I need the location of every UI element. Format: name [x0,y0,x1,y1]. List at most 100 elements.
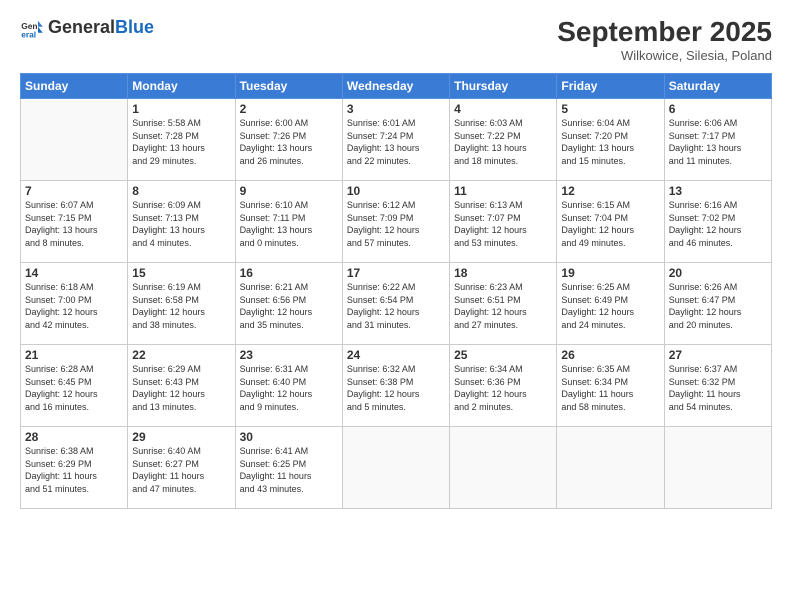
day-number: 14 [25,266,123,280]
calendar-cell: 25Sunrise: 6:34 AM Sunset: 6:36 PM Dayli… [450,345,557,427]
day-info: Sunrise: 6:06 AM Sunset: 7:17 PM Dayligh… [669,117,767,167]
weekday-header-monday: Monday [128,74,235,99]
calendar-cell: 24Sunrise: 6:32 AM Sunset: 6:38 PM Dayli… [342,345,449,427]
calendar-cell: 29Sunrise: 6:40 AM Sunset: 6:27 PM Dayli… [128,427,235,509]
day-info: Sunrise: 6:15 AM Sunset: 7:04 PM Dayligh… [561,199,659,249]
day-info: Sunrise: 6:22 AM Sunset: 6:54 PM Dayligh… [347,281,445,331]
day-info: Sunrise: 6:16 AM Sunset: 7:02 PM Dayligh… [669,199,767,249]
day-info: Sunrise: 6:18 AM Sunset: 7:00 PM Dayligh… [25,281,123,331]
day-info: Sunrise: 6:09 AM Sunset: 7:13 PM Dayligh… [132,199,230,249]
day-number: 16 [240,266,338,280]
calendar-cell: 17Sunrise: 6:22 AM Sunset: 6:54 PM Dayli… [342,263,449,345]
day-info: Sunrise: 6:04 AM Sunset: 7:20 PM Dayligh… [561,117,659,167]
day-number: 28 [25,430,123,444]
day-info: Sunrise: 6:41 AM Sunset: 6:25 PM Dayligh… [240,445,338,495]
calendar-cell: 30Sunrise: 6:41 AM Sunset: 6:25 PM Dayli… [235,427,342,509]
calendar-cell: 12Sunrise: 6:15 AM Sunset: 7:04 PM Dayli… [557,181,664,263]
day-info: Sunrise: 6:07 AM Sunset: 7:15 PM Dayligh… [25,199,123,249]
weekday-header-saturday: Saturday [664,74,771,99]
calendar-cell: 7Sunrise: 6:07 AM Sunset: 7:15 PM Daylig… [21,181,128,263]
calendar-cell: 20Sunrise: 6:26 AM Sunset: 6:47 PM Dayli… [664,263,771,345]
weekday-header-friday: Friday [557,74,664,99]
calendar-cell [450,427,557,509]
day-info: Sunrise: 6:32 AM Sunset: 6:38 PM Dayligh… [347,363,445,413]
day-number: 3 [347,102,445,116]
day-number: 18 [454,266,552,280]
day-number: 4 [454,102,552,116]
day-number: 6 [669,102,767,116]
day-info: Sunrise: 6:38 AM Sunset: 6:29 PM Dayligh… [25,445,123,495]
day-number: 24 [347,348,445,362]
day-number: 5 [561,102,659,116]
week-row-1: 7Sunrise: 6:07 AM Sunset: 7:15 PM Daylig… [21,181,772,263]
weekday-header-thursday: Thursday [450,74,557,99]
day-number: 2 [240,102,338,116]
day-number: 27 [669,348,767,362]
day-number: 19 [561,266,659,280]
day-info: Sunrise: 6:40 AM Sunset: 6:27 PM Dayligh… [132,445,230,495]
calendar-cell: 19Sunrise: 6:25 AM Sunset: 6:49 PM Dayli… [557,263,664,345]
title-block: September 2025 Wilkowice, Silesia, Polan… [557,16,772,63]
day-info: Sunrise: 6:29 AM Sunset: 6:43 PM Dayligh… [132,363,230,413]
location: Wilkowice, Silesia, Poland [557,48,772,63]
calendar-cell: 26Sunrise: 6:35 AM Sunset: 6:34 PM Dayli… [557,345,664,427]
calendar-cell [557,427,664,509]
calendar-cell: 5Sunrise: 6:04 AM Sunset: 7:20 PM Daylig… [557,99,664,181]
day-number: 21 [25,348,123,362]
logo: Gen eral GeneralBlue [20,16,154,40]
day-info: Sunrise: 6:00 AM Sunset: 7:26 PM Dayligh… [240,117,338,167]
day-info: Sunrise: 5:58 AM Sunset: 7:28 PM Dayligh… [132,117,230,167]
month-title: September 2025 [557,16,772,48]
week-row-2: 14Sunrise: 6:18 AM Sunset: 7:00 PM Dayli… [21,263,772,345]
calendar-cell: 1Sunrise: 5:58 AM Sunset: 7:28 PM Daylig… [128,99,235,181]
weekday-header-wednesday: Wednesday [342,74,449,99]
day-info: Sunrise: 6:25 AM Sunset: 6:49 PM Dayligh… [561,281,659,331]
calendar-cell: 28Sunrise: 6:38 AM Sunset: 6:29 PM Dayli… [21,427,128,509]
calendar-cell: 13Sunrise: 6:16 AM Sunset: 7:02 PM Dayli… [664,181,771,263]
day-info: Sunrise: 6:31 AM Sunset: 6:40 PM Dayligh… [240,363,338,413]
day-info: Sunrise: 6:10 AM Sunset: 7:11 PM Dayligh… [240,199,338,249]
day-number: 25 [454,348,552,362]
day-number: 12 [561,184,659,198]
calendar-cell [21,99,128,181]
day-info: Sunrise: 6:21 AM Sunset: 6:56 PM Dayligh… [240,281,338,331]
week-row-4: 28Sunrise: 6:38 AM Sunset: 6:29 PM Dayli… [21,427,772,509]
calendar-cell: 18Sunrise: 6:23 AM Sunset: 6:51 PM Dayli… [450,263,557,345]
day-info: Sunrise: 6:35 AM Sunset: 6:34 PM Dayligh… [561,363,659,413]
logo-text: GeneralBlue [48,18,154,38]
calendar-cell: 23Sunrise: 6:31 AM Sunset: 6:40 PM Dayli… [235,345,342,427]
day-number: 10 [347,184,445,198]
svg-text:eral: eral [21,30,36,40]
calendar-cell: 22Sunrise: 6:29 AM Sunset: 6:43 PM Dayli… [128,345,235,427]
day-number: 1 [132,102,230,116]
header: Gen eral GeneralBlue September 2025 Wilk… [20,16,772,63]
calendar-cell [664,427,771,509]
calendar-cell: 14Sunrise: 6:18 AM Sunset: 7:00 PM Dayli… [21,263,128,345]
day-number: 13 [669,184,767,198]
weekday-header-tuesday: Tuesday [235,74,342,99]
week-row-3: 21Sunrise: 6:28 AM Sunset: 6:45 PM Dayli… [21,345,772,427]
calendar-cell: 11Sunrise: 6:13 AM Sunset: 7:07 PM Dayli… [450,181,557,263]
calendar-cell: 4Sunrise: 6:03 AM Sunset: 7:22 PM Daylig… [450,99,557,181]
day-number: 15 [132,266,230,280]
calendar-cell: 21Sunrise: 6:28 AM Sunset: 6:45 PM Dayli… [21,345,128,427]
day-info: Sunrise: 6:12 AM Sunset: 7:09 PM Dayligh… [347,199,445,249]
day-number: 29 [132,430,230,444]
day-number: 22 [132,348,230,362]
day-info: Sunrise: 6:13 AM Sunset: 7:07 PM Dayligh… [454,199,552,249]
day-info: Sunrise: 6:19 AM Sunset: 6:58 PM Dayligh… [132,281,230,331]
day-info: Sunrise: 6:26 AM Sunset: 6:47 PM Dayligh… [669,281,767,331]
calendar-cell: 10Sunrise: 6:12 AM Sunset: 7:09 PM Dayli… [342,181,449,263]
day-number: 11 [454,184,552,198]
day-number: 20 [669,266,767,280]
calendar-cell: 27Sunrise: 6:37 AM Sunset: 6:32 PM Dayli… [664,345,771,427]
calendar-cell: 3Sunrise: 6:01 AM Sunset: 7:24 PM Daylig… [342,99,449,181]
calendar-cell: 2Sunrise: 6:00 AM Sunset: 7:26 PM Daylig… [235,99,342,181]
calendar-cell: 8Sunrise: 6:09 AM Sunset: 7:13 PM Daylig… [128,181,235,263]
logo-icon: Gen eral [20,16,44,40]
calendar-cell: 16Sunrise: 6:21 AM Sunset: 6:56 PM Dayli… [235,263,342,345]
day-number: 30 [240,430,338,444]
day-info: Sunrise: 6:03 AM Sunset: 7:22 PM Dayligh… [454,117,552,167]
calendar-cell: 9Sunrise: 6:10 AM Sunset: 7:11 PM Daylig… [235,181,342,263]
day-info: Sunrise: 6:23 AM Sunset: 6:51 PM Dayligh… [454,281,552,331]
